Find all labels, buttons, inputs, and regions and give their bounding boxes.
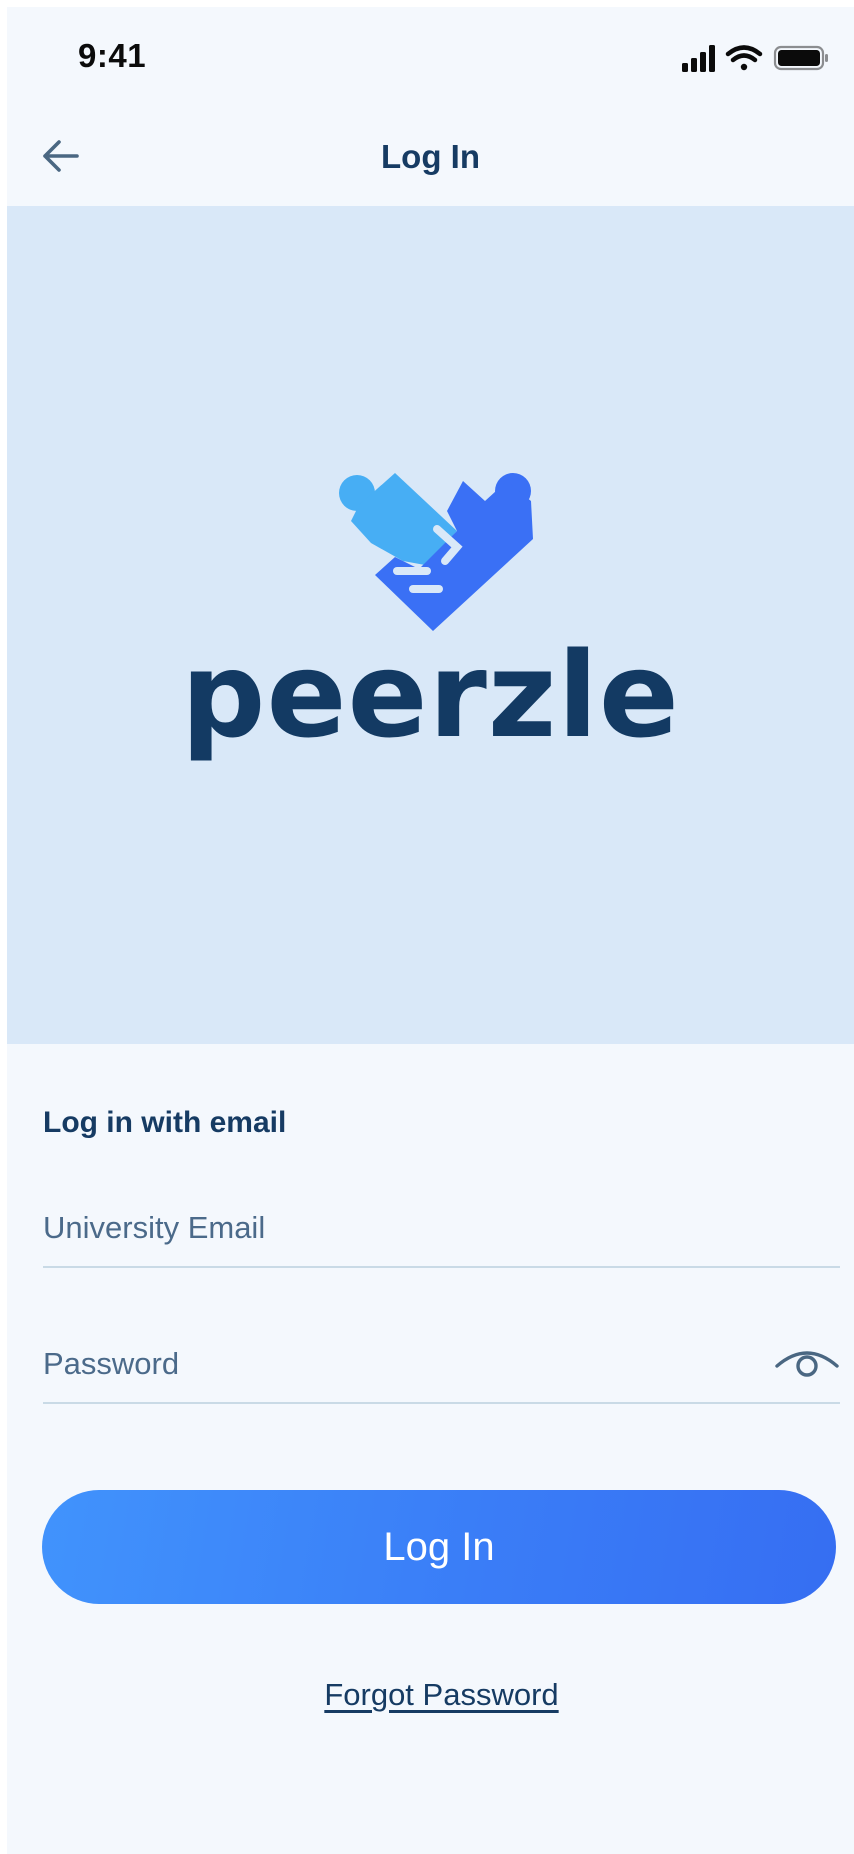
login-screen: 9:41 Log In peerzle Log in with email Un… bbox=[7, 7, 854, 1854]
form-heading: Log in with email bbox=[43, 1106, 287, 1139]
email-field bbox=[43, 1176, 840, 1268]
nav-bar: Log In bbox=[7, 102, 854, 206]
battery-icon bbox=[773, 45, 828, 71]
forgot-password-link[interactable]: Forgot Password bbox=[43, 1677, 840, 1713]
brand-name: peerzle bbox=[181, 626, 680, 764]
status-time: 9:41 bbox=[78, 37, 147, 74]
password-visibility-toggle[interactable] bbox=[774, 1346, 840, 1382]
status-bar: 9:41 bbox=[7, 7, 854, 102]
eye-icon bbox=[775, 1351, 839, 1377]
page-title: Log In bbox=[381, 138, 480, 175]
puzzle-handshake-icon bbox=[337, 471, 537, 636]
login-button[interactable]: Log In bbox=[42, 1490, 836, 1604]
status-icons bbox=[682, 43, 830, 73]
cellular-signal-icon bbox=[682, 45, 715, 72]
password-field bbox=[43, 1312, 840, 1404]
hero-banner: peerzle bbox=[7, 206, 854, 1044]
email-input[interactable] bbox=[43, 1206, 743, 1250]
password-input[interactable] bbox=[43, 1342, 743, 1386]
wifi-icon bbox=[725, 45, 763, 71]
